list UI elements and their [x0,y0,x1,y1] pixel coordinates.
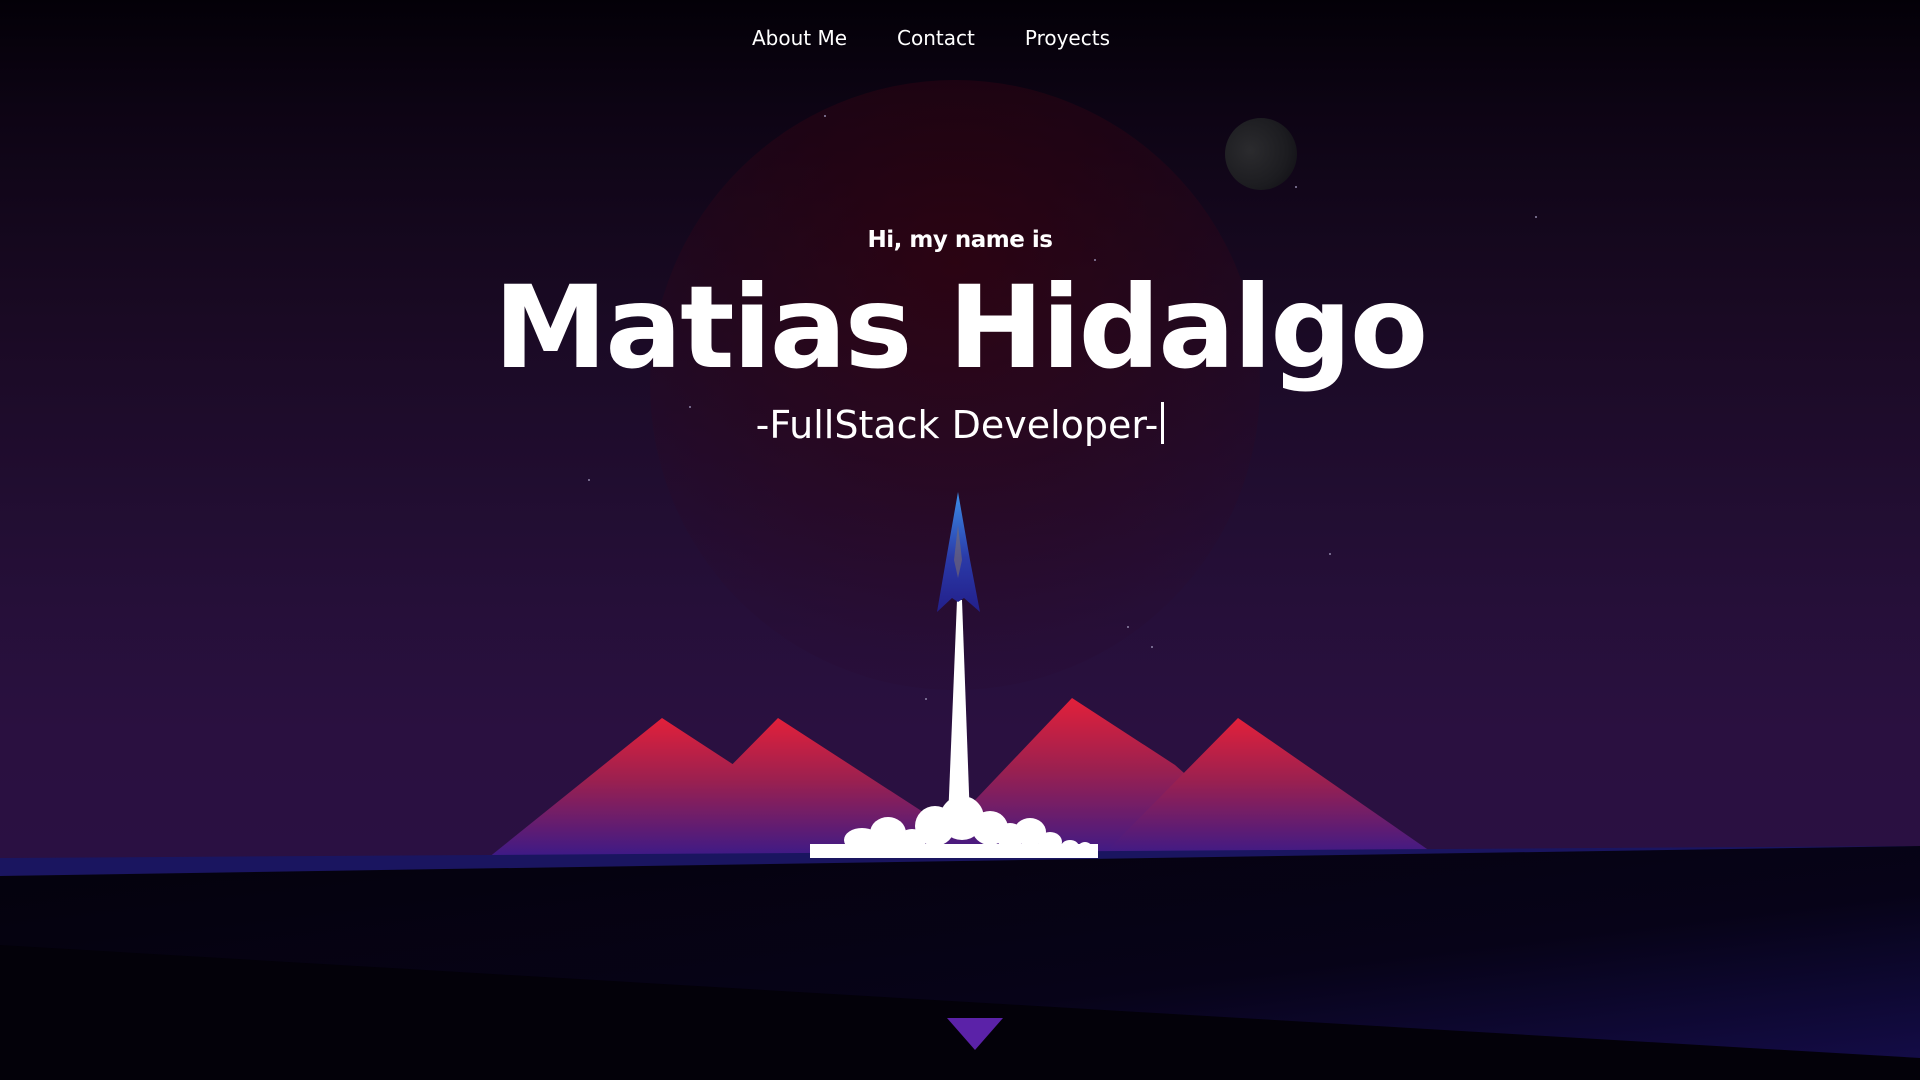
page-title: Matias Hidalgo [493,261,1428,394]
typing-cursor [1161,402,1165,444]
landscape-illustration [0,492,1920,1080]
nav-about-me-link[interactable]: About Me [752,26,847,50]
hero-text-block: Hi, my name is Matias Hidalgo -FullStack… [0,222,1920,453]
exhaust-trail [948,600,970,820]
role-line: -FullStack Developer- [0,397,1920,453]
triangle-down-icon[interactable] [945,1016,1005,1052]
greeting-text: Hi, my name is [867,227,1053,253]
hero-section: About Me Contact Proyects Hi, my name is… [0,0,1920,1080]
nav-proyects-link[interactable]: Proyects [1025,26,1110,50]
role-text: -FullStack Developer- [755,403,1159,447]
nav-contact-link[interactable]: Contact [897,26,975,50]
top-navigation: About Me Contact Proyects [0,0,1920,76]
